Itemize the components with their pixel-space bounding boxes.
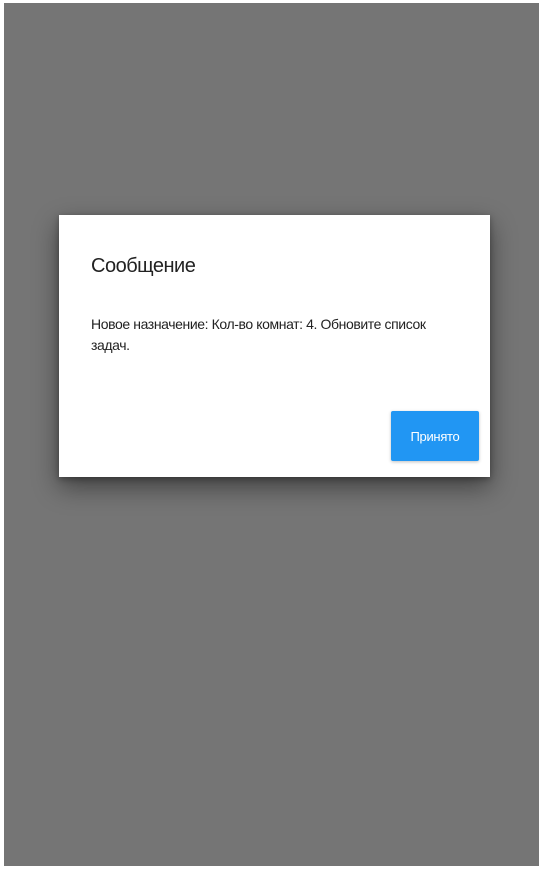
- dialog-actions: Принято: [391, 411, 479, 461]
- dialog-message: Новое назначение: Кол-во комнат: 4. Обно…: [91, 316, 426, 353]
- dialog-title: Сообщение: [91, 255, 196, 277]
- modal-backdrop: Сообщение Новое назначение: Кол-во комна…: [4, 3, 539, 866]
- accept-button[interactable]: Принято: [391, 411, 479, 461]
- message-dialog: Сообщение Новое назначение: Кол-во комна…: [59, 215, 490, 477]
